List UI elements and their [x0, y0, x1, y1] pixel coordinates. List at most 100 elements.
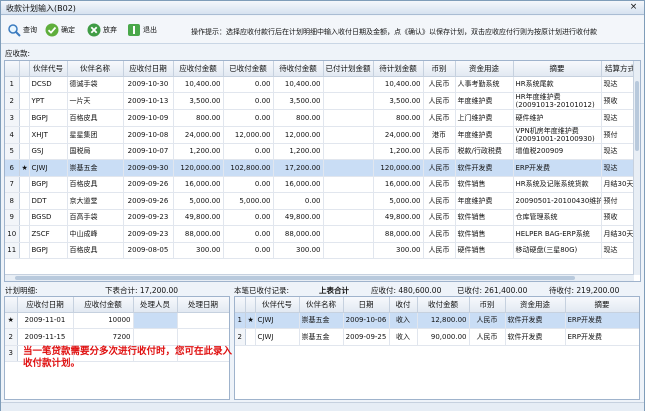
cell-memo: HR年度维护费 (20091013-20101012) — [513, 92, 602, 110]
cell-name: 百高手袋 — [67, 209, 124, 226]
column-header[interactable]: 伙伴名称 — [299, 297, 344, 313]
cell-amt[interactable]: 7200 — [73, 328, 134, 346]
cell-handler[interactable] — [133, 328, 178, 346]
cell-use: 年度维护费 — [455, 192, 514, 210]
column-header[interactable]: 伙伴代号 — [255, 297, 300, 313]
upper-total-label: 上表合计 — [319, 286, 349, 295]
cell-date: 2009-09-23 — [123, 209, 174, 226]
table-row[interactable]: 2 YPT 一片天 2009-10-13 3,500.00 0.00 3,500.00 3,5… — [5, 92, 640, 110]
column-header[interactable]: 收付 — [389, 297, 418, 313]
receivables-vscroll[interactable] — [633, 61, 640, 275]
cell-due: 800.00 — [273, 109, 324, 127]
cell-paid: 0.00 — [223, 109, 274, 127]
search-icon — [7, 23, 21, 37]
table-row[interactable]: 4 XHJT 星星集团 2009-10-08 24,000.00 12,000.00 12,… — [5, 126, 640, 144]
receivables-vscroll-thumb[interactable] — [635, 81, 639, 151]
history-grid[interactable]: 伙伴代号 伙伴名称 日期 收付 收付金额 币别 资金用途 摘要 1 ★ CJWJ 崇基五金 2009-… — [234, 296, 640, 400]
cell-name: 京大道堂 — [67, 192, 124, 210]
query-button[interactable]: 查询 — [7, 22, 37, 38]
cell-due: 16,000.00 — [273, 176, 324, 193]
cell-due: 12,000.00 — [273, 126, 324, 144]
cell-amt[interactable]: 10000 — [73, 312, 134, 329]
cell-date[interactable]: 2009-11-15 — [17, 328, 74, 346]
cell-toplan: 1,200.00 — [373, 143, 424, 160]
cell-toplan: 800.00 — [373, 109, 424, 127]
column-header[interactable]: 资金用途 — [505, 297, 566, 313]
table-row[interactable]: 2 CJWJ 崇基五金 2009-09-25 收入 90,000.00 人民币 软件开发费 ER… — [235, 328, 639, 346]
cell-handled-date[interactable] — [177, 328, 229, 346]
cell-use: 年度维护费 — [455, 92, 514, 110]
cell-use: 软件销售 — [455, 225, 514, 243]
row-number: 2 — [235, 328, 246, 346]
cell-code: YPT — [29, 92, 68, 110]
cell-date: 2009-10-09 — [123, 109, 174, 127]
table-row[interactable]: 5 GSJ 国税局 2009-10-07 1,200.00 0.00 1,200.00 1,2… — [5, 143, 640, 160]
column-header[interactable]: 处理日期 — [177, 297, 229, 313]
row-number: 6 — [5, 159, 20, 177]
receivables-hscroll[interactable] — [5, 274, 634, 281]
close-icon[interactable]: × — [628, 1, 639, 13]
receivables-hscroll-thumb[interactable] — [15, 276, 575, 280]
receivables-grid[interactable]: 伙伴代号 伙伴名称 应收付日期 应收付金额 已收付金额 待收付金额 已付计划金额 待计划金额币… — [4, 60, 641, 282]
column-header[interactable]: 摘要 — [513, 61, 602, 77]
cell-date[interactable]: 2009-11-01 — [17, 312, 74, 329]
column-header[interactable]: 应收付日期 — [17, 297, 74, 313]
cell-date: 2009-09-23 — [123, 225, 174, 243]
cell-planned — [323, 192, 374, 210]
cell-code: CJWJ — [255, 312, 300, 329]
confirm-button[interactable]: 确定 — [45, 22, 75, 38]
table-row[interactable]: 6 ★ CJWJ 崇基五金 2009-09-30 120,000.00 102,800.00… — [5, 159, 640, 177]
column-header[interactable]: 待计划金额 — [373, 61, 424, 77]
row-marker — [19, 192, 30, 210]
row-number: 11 — [5, 242, 20, 259]
cell-due: 3,500.00 — [273, 92, 324, 110]
column-header[interactable]: 收付金额 — [417, 297, 470, 313]
cell-name: 国税局 — [67, 143, 124, 160]
cell-handled-date[interactable] — [177, 312, 229, 329]
cell-amt: 800.00 — [173, 109, 224, 127]
table-row[interactable]: 10 ZSCF 中山成峰 2009-09-23 88,000.00 0.00 88,000.… — [5, 225, 640, 243]
cell-memo: HR系统尾款 — [513, 76, 602, 93]
abandon-button[interactable]: 放弃 — [87, 22, 117, 38]
cell-paid: 0.00 — [223, 209, 274, 226]
cell-name: 崇基五金 — [299, 312, 344, 329]
column-header[interactable]: 应收付日期 — [123, 61, 174, 77]
table-row[interactable]: 11 BGPJ 百格皮具 2009-08-05 300.00 0.00 300.00 300.… — [5, 242, 640, 259]
column-header[interactable]: 已付计划金额 — [323, 61, 374, 77]
column-header[interactable]: 摘要 — [565, 297, 639, 313]
table-row[interactable]: 9 BGSD 百高手袋 2009-09-23 49,800.00 0.00 49,800.0… — [5, 209, 640, 226]
marker-header — [19, 61, 30, 77]
column-header[interactable]: 资金用途 — [455, 61, 514, 77]
column-header[interactable]: 待收付金额 — [273, 61, 324, 77]
table-row[interactable]: 7 BGPJ 百格皮具 2009-09-26 16,000.00 0.00 16,000.0… — [5, 176, 640, 193]
column-header[interactable]: 已收付金额 — [223, 61, 274, 77]
operation-hint: 操作提示：选择应收付款行后在计划明细中输入收付日期及金额，点《确认》以保存计划，… — [191, 28, 597, 36]
table-row[interactable]: 3 BGPJ 百格皮具 2009-10-09 800.00 0.00 800.00 800.0… — [5, 109, 640, 127]
column-header[interactable]: 币别 — [423, 61, 456, 77]
cell-planned — [323, 143, 374, 160]
column-header[interactable]: 处理人员 — [133, 297, 178, 313]
cell-planned — [323, 76, 374, 93]
cell-use: 年度维护费 — [455, 126, 514, 144]
column-header[interactable]: 日期 — [343, 297, 390, 313]
exit-button[interactable]: 退出 — [127, 22, 157, 38]
cell-cur: 人民币 — [423, 109, 456, 127]
cell-planned — [323, 109, 374, 127]
cell-paid: 0.00 — [223, 176, 274, 193]
cell-handler[interactable] — [133, 312, 178, 329]
cell-date: 2009-10-07 — [123, 143, 174, 160]
table-row[interactable]: 1 DCSD 德诚手袋 2009-10-30 10,400.00 0.00 10,400.0… — [5, 76, 640, 93]
column-header[interactable]: 应收付金额 — [73, 297, 134, 313]
cell-cur: 人民币 — [423, 92, 456, 110]
cell-paid: 0.00 — [223, 225, 274, 243]
table-row[interactable]: 1 ★ CJWJ 崇基五金 2009-10-06 收入 12,800.00 人民币 软件开发费 E… — [235, 312, 639, 329]
table-row[interactable]: 2 2009-11-15 7200 — [5, 328, 229, 346]
column-header[interactable]: 伙伴名称 — [67, 61, 124, 77]
column-header[interactable]: 应收付金额 — [173, 61, 224, 77]
cell-date: 2009-09-26 — [123, 176, 174, 193]
column-header[interactable]: 伙伴代号 — [29, 61, 68, 77]
cell-amt: 90,000.00 — [417, 328, 470, 346]
table-row[interactable]: 8 DDT 京大道堂 2009-09-26 5,000.00 5,000.00 0.00 5,… — [5, 192, 640, 210]
column-header[interactable]: 币别 — [469, 297, 506, 313]
table-row[interactable]: ★ 2009-11-01 10000 — [5, 312, 229, 329]
